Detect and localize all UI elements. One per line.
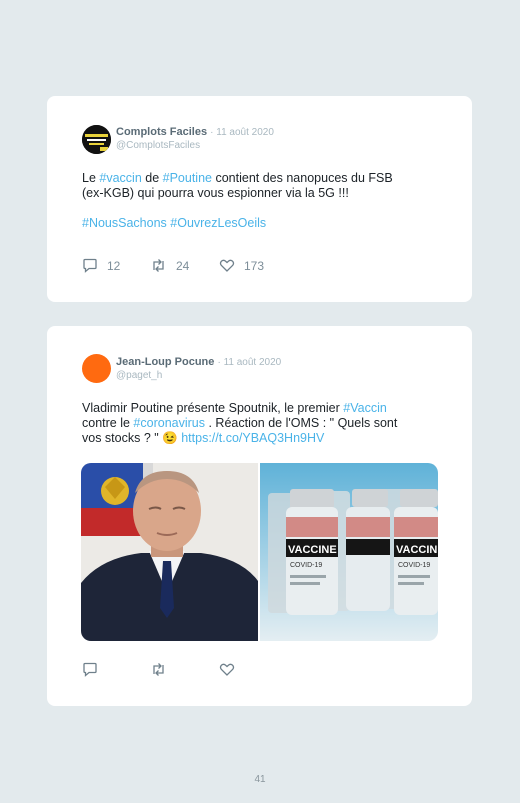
reply-icon [82, 662, 98, 677]
avatar[interactable] [82, 354, 111, 383]
author-handle[interactable]: @paget_h [116, 369, 281, 382]
text-segment: contre le [82, 416, 134, 430]
text-segment: . Réaction de l'OMS : " Quels sont [205, 416, 398, 430]
like-icon [219, 662, 235, 677]
vaccine-sublabel: COVID-19 [398, 562, 430, 569]
hashtag-link[interactable]: #Poutine [163, 171, 212, 185]
hashtag-link[interactable]: #NousSachons [82, 216, 167, 230]
vaccine-photo[interactable]: VACCINE VACCINE COVID-19 COVID-19 [260, 463, 438, 641]
hashtag-link[interactable]: #OuvrezLesOeils [170, 216, 266, 230]
tweet-date: · 11 août 2020 [217, 357, 282, 368]
vaccine-label: VACCINE [288, 544, 337, 556]
tweet-line: (ex-KGB) qui pourra vous espionner via l… [82, 186, 349, 200]
tweet-actions: 12 24 173 [82, 258, 264, 273]
tweet-card-2: Jean-Loup Pocune · 11 août 2020 @paget_h… [47, 326, 472, 706]
wink-emoji: 😉 [162, 431, 178, 445]
tweet-header: Complots Faciles · 11 août 2020 @Complot… [116, 126, 274, 152]
reply-button[interactable]: 12 [82, 258, 150, 273]
hashtag-link[interactable]: #vaccin [99, 171, 141, 185]
author-handle[interactable]: @ComplotsFaciles [116, 139, 274, 152]
text-segment: contient des nanopuces du FSB [212, 171, 393, 185]
tweet-line: vos stocks ? " 😉 https://t.co/YBAQ3Hn9HV [82, 431, 432, 446]
like-button[interactable] [219, 662, 235, 677]
text-segment: de [141, 171, 163, 185]
text-segment: Vladimir Poutine présente Spoutnik, le p… [82, 401, 344, 415]
hashtag-link[interactable]: #Vaccin [343, 401, 387, 415]
reply-count: 12 [107, 258, 121, 273]
retweet-button[interactable]: 24 [150, 258, 219, 273]
vaccine-sublabel: COVID-19 [290, 562, 322, 569]
tweet-line: contre le #coronavirus . Réaction de l'O… [82, 416, 432, 431]
tweet-url-link[interactable]: https://t.co/YBAQ3Hn9HV [181, 431, 324, 445]
tweet-text: Le #vaccin de #Poutine contient des nano… [82, 171, 432, 231]
like-icon [219, 258, 235, 273]
tweet-text: Vladimir Poutine présente Spoutnik, le p… [82, 401, 432, 446]
vaccine-label: VACCINE [396, 544, 438, 556]
tweet-actions [82, 662, 235, 677]
like-count: 173 [244, 258, 265, 273]
retweet-button[interactable] [150, 662, 219, 677]
author-name[interactable]: Complots Faciles [116, 126, 207, 138]
retweet-icon [150, 662, 167, 677]
tweet-card-1: Complots Faciles · 11 août 2020 @Complot… [47, 96, 472, 302]
author-name[interactable]: Jean-Loup Pocune [116, 356, 214, 368]
putin-photo[interactable] [81, 463, 258, 641]
retweet-icon [150, 258, 167, 273]
avatar[interactable] [82, 125, 111, 154]
page-number: 41 [254, 774, 266, 785]
text-segment: Le [82, 171, 100, 185]
tweet-media[interactable]: VACCINE VACCINE COVID-19 COVID-19 [81, 463, 438, 641]
reply-icon [82, 258, 98, 273]
retweet-count: 24 [176, 258, 190, 273]
reply-button[interactable] [82, 662, 150, 677]
like-button[interactable]: 173 [219, 258, 264, 273]
tweet-header: Jean-Loup Pocune · 11 août 2020 @paget_h [116, 356, 281, 382]
text-segment: vos stocks ? " [82, 431, 163, 445]
tweet-line: Vladimir Poutine présente Spoutnik, le p… [82, 401, 432, 416]
hashtag-line: #NousSachons #OuvrezLesOeils [82, 216, 432, 231]
tweet-date: · 11 août 2020 [210, 127, 274, 138]
hashtag-link[interactable]: #coronavirus [133, 416, 205, 430]
tweet-line: Le #vaccin de #Poutine contient des nano… [82, 171, 432, 186]
